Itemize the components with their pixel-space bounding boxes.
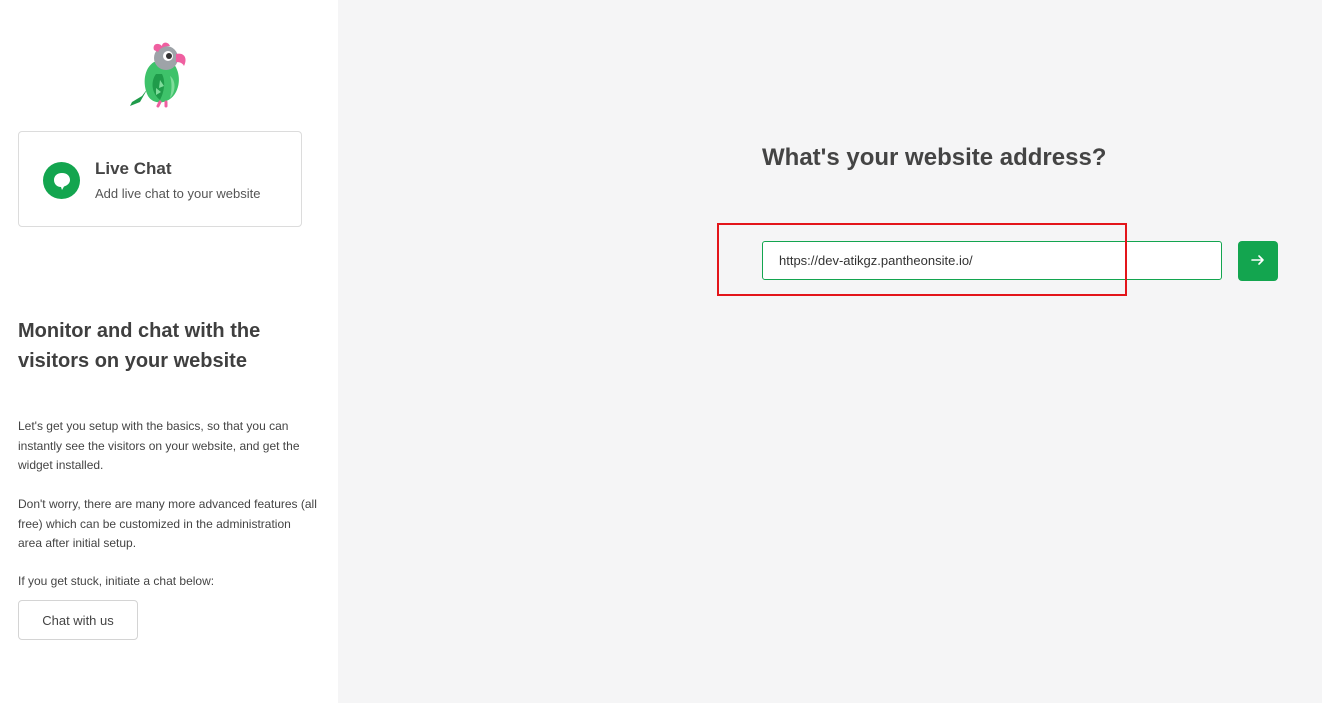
product-title: Live Chat <box>95 159 172 178</box>
page-title: What's your website address? <box>762 144 1107 171</box>
parrot-logo-icon <box>126 40 192 110</box>
submit-url-button[interactable] <box>1238 241 1278 281</box>
product-subtitle: Add live chat to your website <box>95 186 261 201</box>
chat-bubble-icon <box>43 162 80 199</box>
arrow-right-icon <box>1251 254 1265 269</box>
features-paragraph: Don't worry, there are many more advance… <box>18 497 317 550</box>
help-paragraph: If you get stuck, initiate a chat below: <box>18 574 215 588</box>
sidebar-heading: Monitor and chat with the visitors on yo… <box>18 320 261 372</box>
website-url-input[interactable] <box>762 241 1222 280</box>
sidebar: Live Chat Add live chat to your website … <box>0 0 338 703</box>
live-chat-product-card[interactable]: Live Chat Add live chat to your website <box>18 131 302 227</box>
chat-with-us-button[interactable]: Chat with us <box>18 600 138 640</box>
intro-paragraph: Let's get you setup with the basics, so … <box>18 419 300 472</box>
